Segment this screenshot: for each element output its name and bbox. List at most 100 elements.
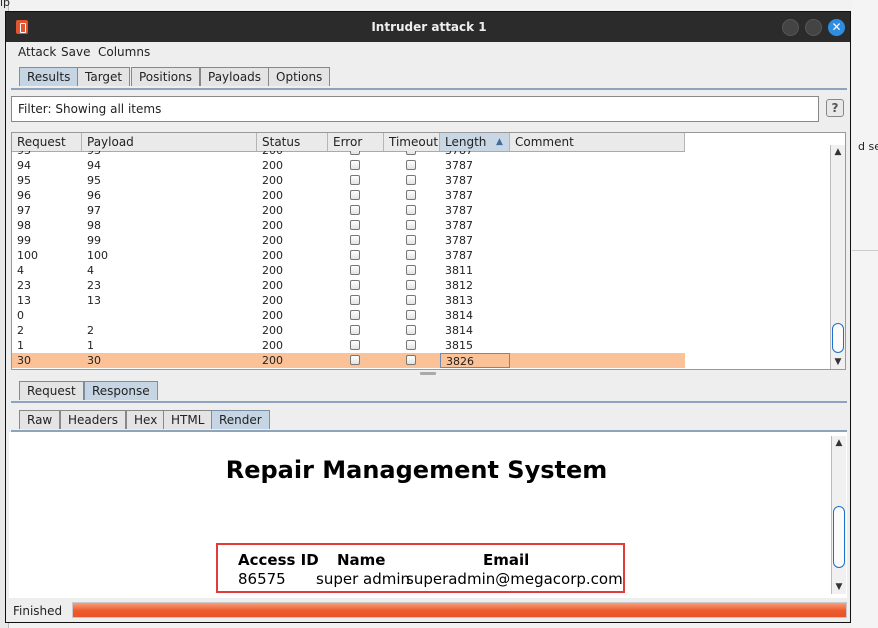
- cell-request: 2: [17, 324, 24, 337]
- timeout-checkbox: [406, 295, 416, 305]
- error-checkbox: [350, 250, 360, 260]
- cell-payload: 95: [87, 174, 101, 187]
- timeout-checkbox: [406, 280, 416, 290]
- table-row[interactable]: 96 96 200 3787: [12, 188, 685, 203]
- tab-payloads[interactable]: Payloads: [200, 67, 270, 86]
- tab-request[interactable]: Request: [19, 381, 84, 400]
- cell-request: 13: [17, 294, 31, 307]
- split-pane-handle[interactable]: [420, 372, 436, 375]
- cell-request: 95: [17, 174, 31, 187]
- tab-headers[interactable]: Headers: [60, 410, 126, 429]
- status-bar: Finished: [6, 598, 850, 622]
- tab-positions[interactable]: Positions: [131, 67, 200, 86]
- cell-payload: 96: [87, 189, 101, 202]
- intruder-attack-window: Intruder attack 1 ✕ Attack Save Columns …: [5, 11, 851, 623]
- column-header-timeout[interactable]: Timeout: [384, 133, 440, 151]
- close-button[interactable]: ✕: [828, 19, 845, 36]
- cell-status: 200: [262, 219, 283, 232]
- column-header-error[interactable]: Error: [328, 133, 384, 151]
- column-header-length[interactable]: Length ▲: [440, 133, 510, 151]
- scroll-up-arrow-icon[interactable]: ▲: [832, 436, 846, 450]
- table-row[interactable]: 93 93 200 3787: [12, 151, 685, 158]
- sort-ascending-icon: ▲: [496, 137, 503, 147]
- column-header-request[interactable]: Request: [12, 133, 82, 151]
- error-checkbox: [350, 340, 360, 350]
- scroll-down-arrow-icon[interactable]: ▼: [831, 355, 845, 369]
- cell-length: 3811: [445, 264, 473, 277]
- cell-length: 3815: [445, 339, 473, 352]
- table-row[interactable]: 100 100 200 3787: [12, 248, 685, 263]
- cell-length: 3826: [440, 353, 510, 368]
- scroll-thumb[interactable]: [833, 506, 845, 568]
- scroll-thumb[interactable]: [832, 323, 844, 353]
- error-checkbox: [350, 190, 360, 200]
- cell-length: 3787: [445, 159, 473, 172]
- timeout-checkbox: [406, 190, 416, 200]
- timeout-checkbox: [406, 205, 416, 215]
- cell-status: 200: [262, 294, 283, 307]
- menu-attack[interactable]: Attack: [18, 45, 56, 59]
- tab-results[interactable]: Results: [19, 67, 79, 86]
- title-bar[interactable]: Intruder attack 1 ✕: [6, 12, 850, 42]
- cell-payload: 1: [87, 339, 94, 352]
- cell-request: 100: [17, 249, 38, 262]
- rendered-email: superadmin@megacorp.com: [406, 570, 623, 588]
- error-checkbox: [350, 265, 360, 275]
- maximize-button[interactable]: [805, 19, 822, 36]
- table-scrollbar[interactable]: ▲ ▼: [830, 145, 845, 369]
- table-row[interactable]: 95 95 200 3787: [12, 173, 685, 188]
- cell-status: 200: [262, 189, 283, 202]
- table-row[interactable]: 99 99 200 3787: [12, 233, 685, 248]
- table-row[interactable]: 0 200 3814: [12, 308, 685, 323]
- results-table: Request Payload Status Error Timeout Len…: [11, 132, 846, 370]
- table-row[interactable]: 98 98 200 3787: [12, 218, 685, 233]
- cell-request: 4: [17, 264, 24, 277]
- table-row[interactable]: 13 13 200 3813: [12, 293, 685, 308]
- cell-length: 3787: [445, 219, 473, 232]
- table-row[interactable]: 2 2 200 3814: [12, 323, 685, 338]
- table-row-selected[interactable]: 30 30 200 3826: [12, 353, 685, 368]
- column-header-status[interactable]: Status: [257, 133, 328, 151]
- tab-options[interactable]: Options: [268, 67, 331, 86]
- cell-status: 200: [262, 339, 283, 352]
- scroll-up-arrow-icon[interactable]: ▲: [831, 145, 845, 159]
- table-row[interactable]: 23 23 200 3812: [12, 278, 685, 293]
- tab-target[interactable]: Target: [77, 67, 131, 86]
- cell-request: 23: [17, 279, 31, 292]
- render-scrollbar[interactable]: ▲ ▼: [831, 436, 846, 594]
- error-checkbox: [350, 175, 360, 185]
- scroll-down-arrow-icon[interactable]: ▼: [832, 580, 846, 594]
- progress-bar: [72, 602, 847, 618]
- window-title: Intruder attack 1: [371, 20, 487, 34]
- menu-bar: Attack Save Columns: [6, 42, 850, 62]
- table-row[interactable]: 1 1 200 3815: [12, 338, 685, 353]
- rendered-header-name: Name: [337, 551, 386, 569]
- menu-save[interactable]: Save: [61, 45, 90, 59]
- error-checkbox: [350, 205, 360, 215]
- rendered-header-access-id: Access ID: [238, 551, 319, 569]
- tab-raw[interactable]: Raw: [19, 410, 61, 429]
- menu-columns[interactable]: Columns: [98, 45, 150, 59]
- cell-payload: 4: [87, 264, 94, 277]
- background-text: ip: [0, 0, 11, 9]
- column-header-payload[interactable]: Payload: [82, 133, 257, 151]
- minimize-button[interactable]: [782, 19, 799, 36]
- tab-render[interactable]: Render: [211, 410, 270, 429]
- error-checkbox: [350, 295, 360, 305]
- cell-request: 99: [17, 234, 31, 247]
- error-checkbox: [350, 280, 360, 290]
- table-row[interactable]: 4 4 200 3811: [12, 263, 685, 278]
- tab-response[interactable]: Response: [84, 381, 158, 400]
- help-button[interactable]: ?: [826, 99, 844, 117]
- tab-html[interactable]: HTML: [163, 410, 213, 429]
- rendered-name: super admin: [316, 570, 411, 588]
- cell-status: 200: [262, 279, 283, 292]
- filter-bar[interactable]: Filter: Showing all items: [11, 96, 819, 122]
- timeout-checkbox: [406, 355, 416, 365]
- table-row[interactable]: 97 97 200 3787: [12, 203, 685, 218]
- column-header-comment[interactable]: Comment: [510, 133, 685, 151]
- tab-hex[interactable]: Hex: [126, 410, 166, 429]
- timeout-checkbox: [406, 250, 416, 260]
- table-row[interactable]: 94 94 200 3787: [12, 158, 685, 173]
- close-icon: ✕: [831, 20, 842, 34]
